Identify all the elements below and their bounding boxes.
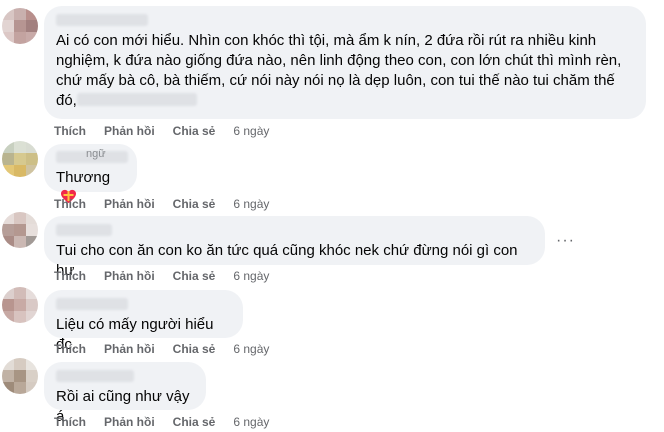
timestamp[interactable]: 6 ngày <box>233 415 269 429</box>
blurred-text <box>76 93 197 106</box>
like-button[interactable]: Thích <box>54 342 86 356</box>
author-name-blurred[interactable] <box>56 14 148 26</box>
reply-button[interactable]: Phản hồi <box>104 415 155 429</box>
avatar[interactable] <box>2 141 38 177</box>
timestamp[interactable]: 6 ngày <box>233 124 269 138</box>
share-button[interactable]: Chia sẻ <box>173 197 216 211</box>
more-options-icon[interactable]: ··· <box>556 232 575 250</box>
author-name-partial: ngữ <box>86 148 106 160</box>
comment-actions: Thích Phản hồi Chia sẻ 6 ngày <box>54 342 269 356</box>
comment-bubble: Liệu có mấy người hiểu đc. <box>44 290 243 353</box>
like-button[interactable]: Thích <box>54 124 86 138</box>
share-button[interactable]: Chia sẻ <box>173 269 216 283</box>
avatar[interactable] <box>2 287 38 323</box>
reply-button[interactable]: Phản hồi <box>104 342 155 356</box>
share-button[interactable]: Chia sẻ <box>173 124 216 138</box>
comment-bubble: ngữ Thương <box>44 144 137 204</box>
author-name-blurred[interactable] <box>56 224 112 236</box>
comment-bubble: Tui cho con ăn con ko ăn tức quá cũng kh… <box>44 216 545 279</box>
like-button[interactable]: Thích <box>54 269 86 283</box>
reply-button[interactable]: Phản hồi <box>104 269 155 283</box>
like-button[interactable]: Thích <box>54 415 86 429</box>
comment-actions: Thích Phản hồi Chia sẻ 6 ngày <box>54 197 269 211</box>
comment-actions: Thích Phản hồi Chia sẻ 6 ngày <box>54 415 269 429</box>
share-button[interactable]: Chia sẻ <box>173 342 216 356</box>
timestamp[interactable]: 6 ngày <box>233 197 269 211</box>
comment-actions: Thích Phản hồi Chia sẻ 6 ngày <box>54 269 269 283</box>
avatar[interactable] <box>2 8 38 44</box>
timestamp[interactable]: 6 ngày <box>233 269 269 283</box>
avatar[interactable] <box>2 212 38 248</box>
avatar[interactable] <box>2 358 38 394</box>
comment-bubble: Ai có con mới hiểu. Nhìn con khóc thì tộ… <box>44 6 646 119</box>
author-name-blurred[interactable] <box>56 370 134 382</box>
author-name-blurred[interactable] <box>56 298 128 310</box>
comment-actions: Thích Phản hồi Chia sẻ 6 ngày <box>54 124 269 138</box>
like-button[interactable]: Thích <box>54 197 86 211</box>
timestamp[interactable]: 6 ngày <box>233 342 269 356</box>
comment-text: Ai có con mới hiểu. Nhìn con khóc thì tộ… <box>56 32 622 109</box>
reply-button[interactable]: Phản hồi <box>104 197 155 211</box>
reply-button[interactable]: Phản hồi <box>104 124 155 138</box>
comment-bubble: Rồi ai cũng như vậy á <box>44 362 206 425</box>
share-button[interactable]: Chia sẻ <box>173 415 216 429</box>
